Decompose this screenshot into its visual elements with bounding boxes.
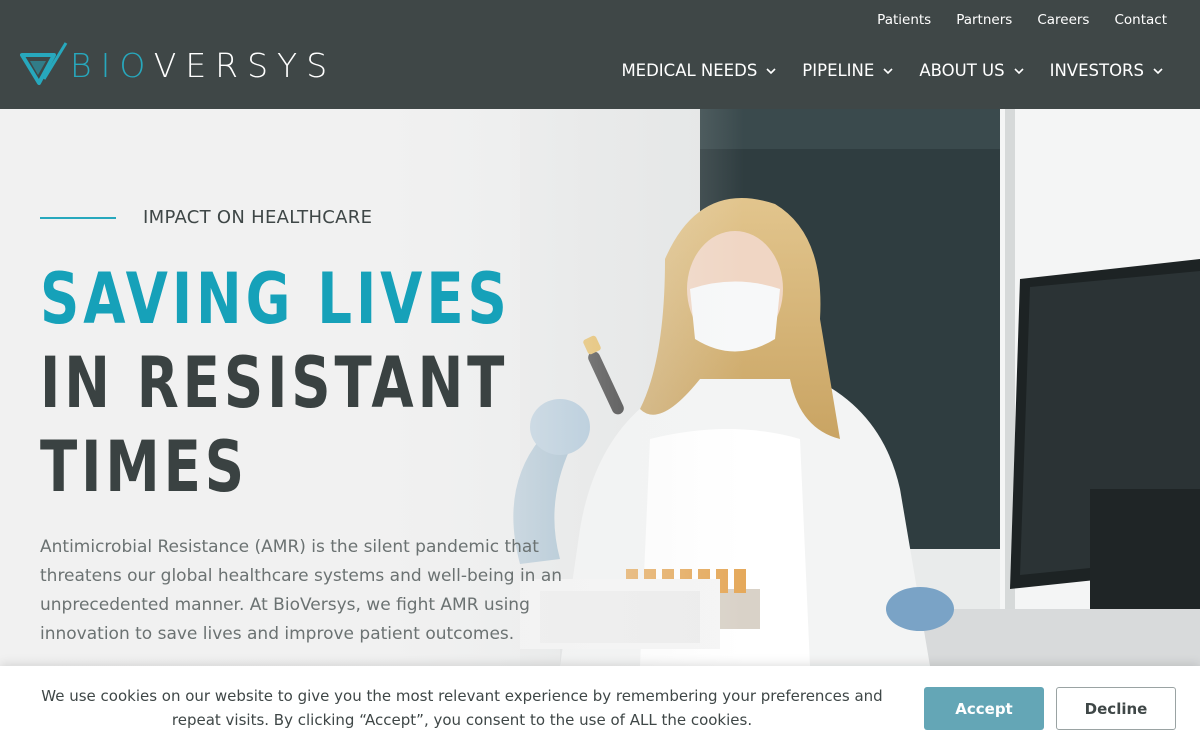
logo-v-icon	[20, 42, 68, 85]
cookie-decline-button[interactable]: Decline	[1056, 687, 1176, 730]
logo-wordmark-versys: VERSYS	[153, 46, 337, 85]
site-header: BIOVERSYS Patients Partners Careers Cont…	[0, 0, 1200, 109]
headline-line-2: IN RESISTANT	[40, 342, 509, 424]
nav-item-about-us[interactable]: ABOUT US	[919, 61, 1024, 80]
chevron-down-icon	[883, 67, 893, 74]
logo-wordmark-bio: BIO	[70, 46, 154, 85]
nav-link-careers[interactable]: Careers	[1037, 12, 1089, 28]
utility-nav: Patients Partners Careers Contact	[877, 12, 1167, 28]
kicker-accent-line	[40, 216, 116, 219]
nav-item-label: ABOUT US	[919, 61, 1005, 80]
hero-intro-paragraph: Antimicrobial Resistance (AMR) is the si…	[40, 537, 563, 644]
nav-item-label: MEDICAL NEEDS	[621, 61, 758, 80]
chevron-down-icon	[1014, 67, 1024, 74]
nav-link-patients[interactable]: Patients	[877, 12, 931, 28]
hero-section: IMPACT ON HEALTHCARE SAVING LIVES IN RES…	[0, 109, 1200, 666]
nav-item-pipeline[interactable]: PIPELINE	[802, 61, 894, 80]
kicker-text: IMPACT ON HEALTHCARE	[143, 207, 373, 228]
nav-item-medical-needs[interactable]: MEDICAL NEEDS	[621, 61, 777, 80]
hero-kicker: IMPACT ON HEALTHCARE	[40, 207, 372, 228]
nav-item-investors[interactable]: INVESTORS	[1050, 61, 1164, 80]
nav-item-label: PIPELINE	[802, 61, 875, 80]
chevron-down-icon	[766, 67, 776, 74]
headline-line-3: TIMES	[40, 426, 249, 508]
main-nav: MEDICAL NEEDS PIPELINE ABOUT US INVESTOR…	[621, 61, 1164, 80]
bioversys-logo[interactable]: BIOVERSYS	[20, 40, 327, 92]
cookie-consent-text: We use cookies on our website to give yo…	[41, 687, 883, 729]
nav-link-contact[interactable]: Contact	[1114, 12, 1167, 28]
nav-item-label: INVESTORS	[1049, 61, 1144, 80]
headline-line-1: SAVING LIVES	[40, 258, 511, 340]
logo-wordmark: BIOVERSYS	[70, 46, 327, 85]
chevron-down-icon	[1153, 67, 1163, 74]
cookie-consent-bar: We use cookies on our website to give yo…	[0, 666, 1200, 750]
cookie-accept-button[interactable]: Accept	[924, 687, 1044, 730]
nav-link-partners[interactable]: Partners	[956, 12, 1012, 28]
hero-headline: SAVING LIVES IN RESISTANT TIMES	[40, 257, 644, 509]
